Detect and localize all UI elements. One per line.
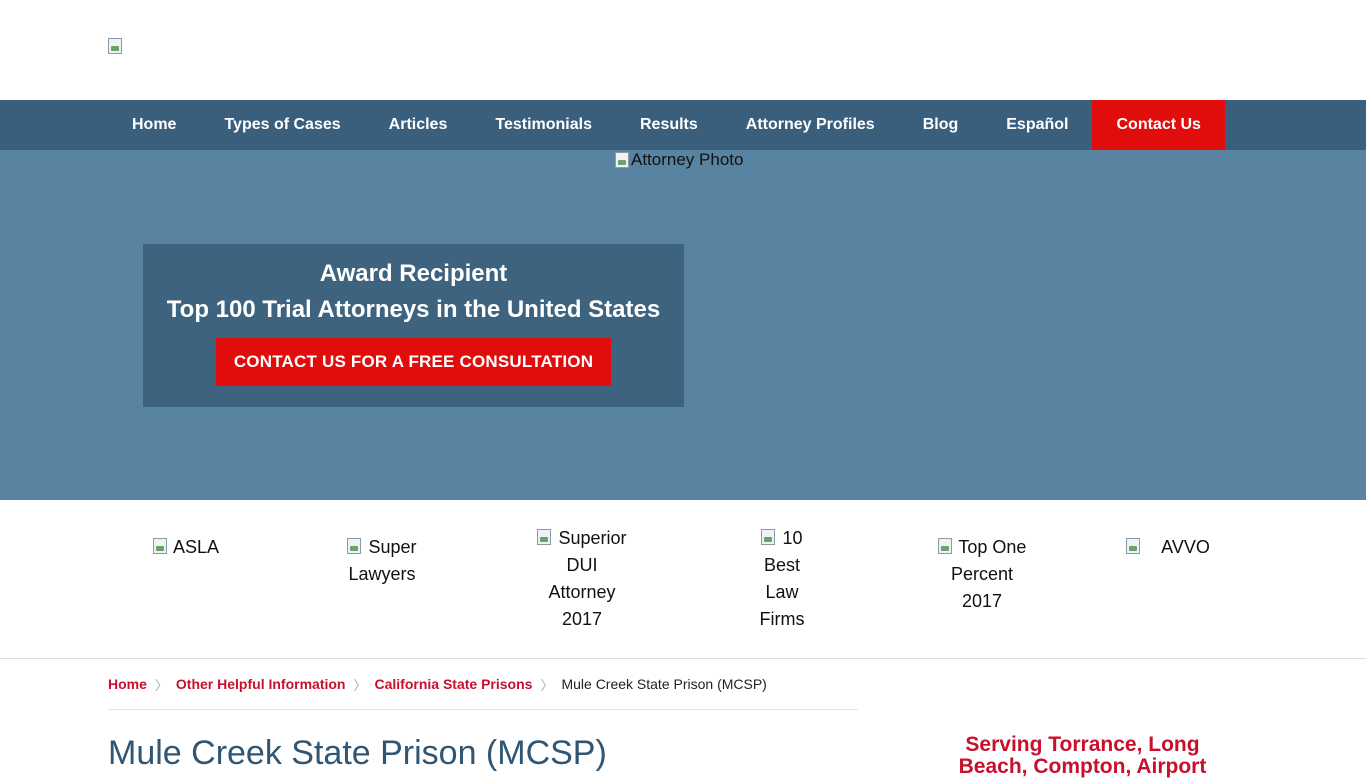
page-title: Mule Creek State Prison (MCSP)	[108, 734, 607, 772]
award-heading: Award Recipient	[319, 260, 508, 287]
broken-image-icon	[537, 529, 552, 545]
badge-label: AVVO	[1161, 537, 1210, 557]
broken-image-icon	[152, 538, 167, 554]
hero-banner: Attorney Photo Award Recipient Top 100 T…	[0, 150, 1366, 500]
badge-label: Top One Percent 2017	[950, 537, 1027, 611]
breadcrumb-home[interactable]: Home	[108, 676, 147, 692]
badge-top-one-percent[interactable]: Top One Percent 2017	[932, 534, 1032, 615]
chevron-right-icon: 〉	[540, 677, 554, 693]
badge-asla[interactable]: ASLA	[136, 534, 236, 561]
logo-image[interactable]	[108, 38, 122, 54]
broken-image-icon	[347, 538, 362, 554]
badge-superior-dui[interactable]: Superior DUI Attorney 2017	[532, 525, 632, 633]
broken-image-icon	[1126, 538, 1141, 554]
badge-super-lawyers[interactable]: Super Lawyers	[332, 534, 432, 588]
nav-results[interactable]: Results	[616, 100, 722, 150]
badge-10-best-law-firms[interactable]: 10 Best Law Firms	[752, 525, 812, 633]
breadcrumb-california-state-prisons[interactable]: California State Prisons	[375, 676, 533, 692]
award-subheading: Top 100 Trial Attorneys in the United St…	[166, 296, 661, 323]
attorney-photo: Attorney Photo	[615, 150, 743, 170]
nav-attorney-profiles[interactable]: Attorney Profiles	[722, 100, 899, 150]
breadcrumb-other-helpful-information[interactable]: Other Helpful Information	[176, 676, 346, 692]
nav-testimonials[interactable]: Testimonials	[471, 100, 616, 150]
badge-label: Superior DUI Attorney 2017	[548, 528, 627, 629]
nav-contact-us[interactable]: Contact Us	[1092, 100, 1225, 150]
broken-image-icon	[761, 529, 776, 545]
broken-image-icon	[937, 538, 952, 554]
site-header	[0, 0, 1366, 100]
nav-blog[interactable]: Blog	[899, 100, 983, 150]
nav-home[interactable]: Home	[108, 100, 200, 150]
badge-avvo[interactable]: AVVO	[1118, 534, 1218, 561]
nav-espanol[interactable]: Español	[982, 100, 1092, 150]
main-nav: Home Types of Cases Articles Testimonial…	[0, 100, 1366, 150]
chevron-right-icon: 〉	[353, 677, 367, 693]
sidebar-service-area: Serving Torrance, Long Beach, Compton, A…	[958, 733, 1207, 778]
award-box: Award Recipient Top 100 Trial Attorneys …	[143, 244, 684, 407]
badge-label: ASLA	[172, 537, 220, 557]
breadcrumb: Home 〉 Other Helpful Information 〉 Calif…	[108, 659, 858, 710]
attorney-photo-alt: Attorney Photo	[631, 150, 744, 169]
broken-image-icon	[615, 152, 629, 168]
breadcrumb-current: Mule Creek State Prison (MCSP)	[561, 676, 767, 692]
nav-types-of-cases[interactable]: Types of Cases	[200, 100, 364, 150]
badges-row: ASLA Super Lawyers Superior DUI Attorney…	[0, 500, 1366, 659]
free-consultation-button[interactable]: CONTACT US FOR A FREE CONSULTATION	[215, 338, 612, 386]
chevron-right-icon: 〉	[154, 677, 168, 693]
nav-articles[interactable]: Articles	[365, 100, 472, 150]
